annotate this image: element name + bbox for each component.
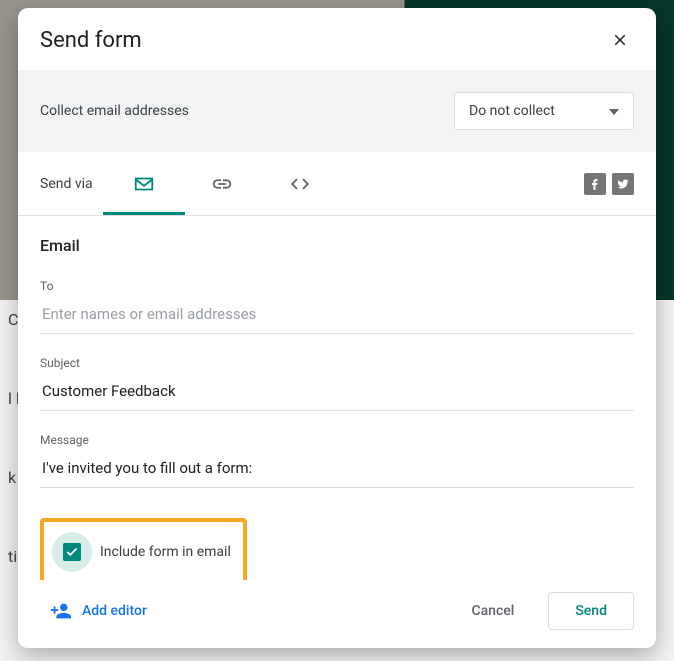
message-label: Message bbox=[40, 433, 634, 447]
include-form-highlight: Include form in email bbox=[40, 518, 247, 580]
collect-email-dropdown[interactable]: Do not collect bbox=[454, 92, 634, 130]
send-via-label: Send via bbox=[40, 176, 93, 192]
dialog-footer: Add editor Cancel Send bbox=[18, 580, 656, 648]
subject-input[interactable] bbox=[40, 376, 634, 411]
chevron-down-icon bbox=[609, 103, 619, 119]
dialog-header: Send form bbox=[18, 8, 656, 70]
to-label: To bbox=[40, 279, 634, 293]
close-button[interactable] bbox=[606, 26, 634, 54]
add-editor-button[interactable]: Add editor bbox=[40, 592, 157, 630]
check-icon bbox=[65, 545, 79, 559]
message-input[interactable] bbox=[40, 453, 634, 488]
dialog-title: Send form bbox=[40, 28, 142, 53]
person-add-icon bbox=[50, 600, 72, 622]
embed-icon bbox=[289, 173, 311, 195]
send-via-row: Send via bbox=[18, 152, 656, 216]
send-form-dialog: Send form Collect email addresses Do not… bbox=[18, 8, 656, 648]
subject-label: Subject bbox=[40, 356, 634, 370]
email-icon bbox=[133, 173, 155, 195]
include-form-checkbox-wrap bbox=[56, 536, 88, 568]
email-section-title: Email bbox=[40, 236, 634, 255]
collect-email-row: Collect email addresses Do not collect bbox=[18, 70, 656, 152]
dropdown-value: Do not collect bbox=[469, 103, 555, 119]
send-via-tabs bbox=[133, 152, 311, 215]
include-form-checkbox[interactable] bbox=[63, 543, 81, 561]
tab-email[interactable] bbox=[133, 152, 155, 215]
cancel-button[interactable]: Cancel bbox=[449, 593, 536, 629]
twitter-share-button[interactable] bbox=[612, 173, 634, 195]
include-form-label: Include form in email bbox=[100, 544, 231, 560]
send-button[interactable]: Send bbox=[548, 592, 634, 630]
tab-embed[interactable] bbox=[289, 152, 311, 215]
facebook-icon bbox=[589, 177, 601, 191]
collect-email-label: Collect email addresses bbox=[40, 103, 189, 119]
to-input[interactable] bbox=[40, 299, 634, 334]
close-icon bbox=[611, 31, 629, 49]
social-share bbox=[584, 173, 634, 195]
add-editor-label: Add editor bbox=[82, 603, 147, 619]
email-section: Email To Subject Message Include form in… bbox=[18, 216, 656, 580]
twitter-icon bbox=[616, 178, 630, 190]
facebook-share-button[interactable] bbox=[584, 173, 606, 195]
tab-link[interactable] bbox=[211, 152, 233, 215]
link-icon bbox=[211, 173, 233, 195]
